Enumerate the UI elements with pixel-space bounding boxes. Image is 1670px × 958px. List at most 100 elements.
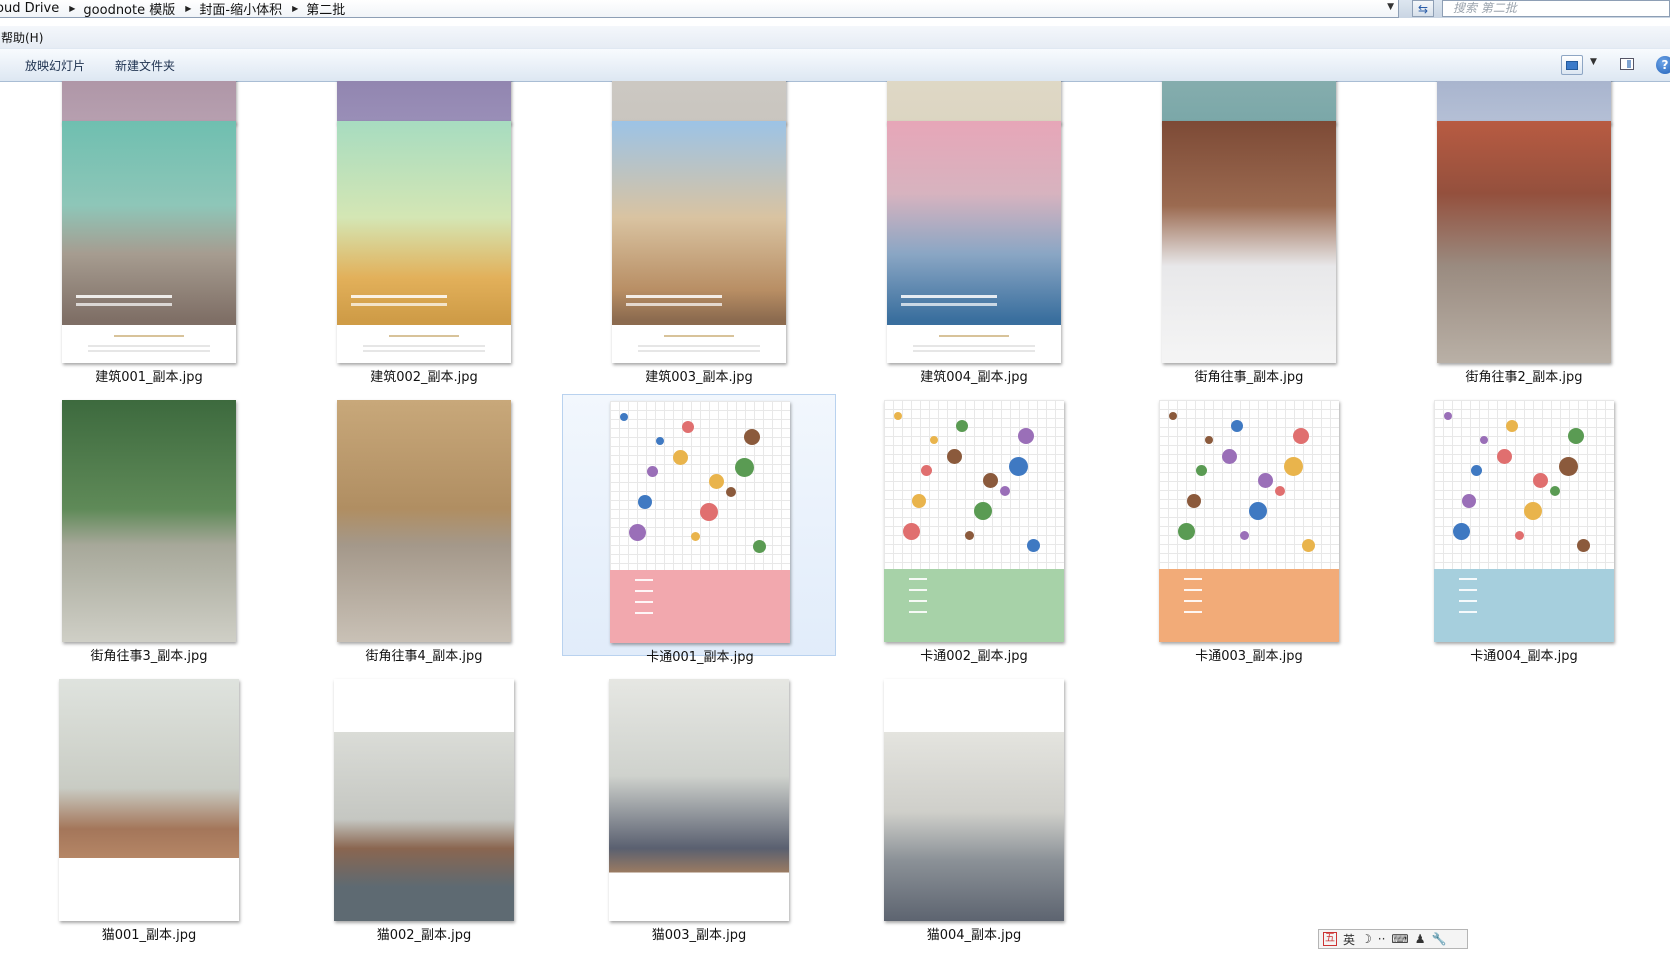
file-item[interactable]: 卡通001_副本.jpg <box>562 394 836 665</box>
doodle-decoration <box>1196 465 1207 476</box>
breadcrumb-item[interactable]: goodnote 模版 <box>83 0 181 18</box>
search-input[interactable]: 搜索 第二批 <box>1442 0 1670 17</box>
ime-user-icon[interactable]: ♟ <box>1415 932 1426 946</box>
breadcrumb-separator-icon[interactable]: ▶ <box>288 4 306 13</box>
file-item[interactable]: 街角往事_副本.jpg <box>1112 115 1386 385</box>
file-name[interactable]: 猫003_副本.jpg <box>562 924 836 943</box>
file-name[interactable]: 街角往事4_副本.jpg <box>287 645 561 664</box>
change-view-button[interactable] <box>1561 55 1583 75</box>
new-folder-button[interactable]: 新建文件夹 <box>115 57 175 74</box>
file-thumbnail[interactable] <box>612 121 786 363</box>
file-item[interactable]: 卡通002_副本.jpg <box>837 394 1111 664</box>
ime-dots-icon[interactable]: ·· <box>1378 932 1386 946</box>
file-thumbnail[interactable] <box>884 400 1064 642</box>
doodle-decoration <box>1533 473 1548 488</box>
file-name[interactable]: 街角往事3_副本.jpg <box>12 645 286 664</box>
slideshow-button[interactable]: 放映幻灯片 <box>25 57 85 74</box>
breadcrumb-item[interactable]: 第二批 <box>306 0 351 18</box>
doodle-decoration <box>1018 428 1034 444</box>
ime-moon-icon[interactable]: ☽ <box>1361 932 1372 946</box>
file-name[interactable]: 卡通002_副本.jpg <box>837 645 1111 664</box>
file-thumbnail[interactable] <box>884 679 1064 921</box>
breadcrumb-item[interactable]: oud Drive <box>0 1 65 16</box>
file-name[interactable]: 猫004_副本.jpg <box>837 924 1111 943</box>
cover-title-stripe <box>900 295 997 299</box>
doodle-decoration <box>974 502 992 520</box>
breadcrumb-separator-icon[interactable]: ▶ <box>65 4 83 13</box>
file-item[interactable]: 猫004_副本.jpg <box>837 673 1111 943</box>
file-thumbnail[interactable] <box>887 121 1061 363</box>
file-item[interactable]: 建筑002_副本.jpg <box>287 115 561 385</box>
file-list: 海边003_副本.jpg海边004_副本.jpg季节01_副本.jpg季节02_… <box>0 81 1670 958</box>
file-item[interactable]: 建筑004_副本.jpg <box>837 115 1111 385</box>
help-icon[interactable]: ? <box>1656 56 1670 74</box>
doodle-decoration <box>1009 457 1028 476</box>
breadcrumb-item[interactable]: 封面-缩小体积 <box>199 0 288 18</box>
doodle-decoration <box>629 524 646 541</box>
file-item[interactable]: 建筑001_副本.jpg <box>12 115 286 385</box>
file-item[interactable]: 猫001_副本.jpg <box>12 673 286 943</box>
cover-title-stripe <box>350 295 447 299</box>
file-item[interactable]: 猫003_副本.jpg <box>562 673 836 943</box>
file-thumbnail[interactable] <box>1159 400 1339 642</box>
file-name[interactable]: 建筑001_副本.jpg <box>12 366 286 385</box>
ime-keyboard-icon[interactable]: ⌨ <box>1391 932 1408 946</box>
menu-help[interactable]: 帮助(H) <box>0 29 43 46</box>
preview-pane-icon[interactable] <box>1620 58 1634 70</box>
view-dropdown-icon[interactable]: ▼ <box>1590 57 1597 67</box>
doodle-decoration <box>726 487 736 497</box>
address-dropdown-icon[interactable]: ▼ <box>1387 2 1394 12</box>
doodle-decoration <box>1249 502 1267 520</box>
breadcrumb-separator-icon[interactable]: ▶ <box>181 4 199 13</box>
file-name[interactable]: 卡通004_副本.jpg <box>1387 645 1661 664</box>
file-name[interactable]: 猫002_副本.jpg <box>287 924 561 943</box>
file-item[interactable]: 街角往事3_副本.jpg <box>12 394 286 664</box>
file-name[interactable]: 卡通001_副本.jpg <box>563 646 837 665</box>
file-thumbnail[interactable] <box>1437 121 1611 363</box>
doodle-decoration <box>903 523 920 540</box>
file-item[interactable]: 卡通003_副本.jpg <box>1112 394 1386 664</box>
doodle-decoration <box>1222 449 1237 464</box>
ime-settings-icon[interactable]: 🔧 <box>1432 932 1447 946</box>
doodle-decoration <box>1471 465 1482 476</box>
breadcrumb[interactable]: oud Drive ▶ goodnote 模版 ▶ 封面-缩小体积 ▶ 第二批 ▼ <box>0 0 1399 18</box>
file-name[interactable]: 猫001_副本.jpg <box>12 924 286 943</box>
file-thumbnail[interactable] <box>337 400 511 642</box>
doodle-decoration <box>956 420 968 432</box>
file-name[interactable]: 建筑002_副本.jpg <box>287 366 561 385</box>
file-item[interactable]: 猫002_副本.jpg <box>287 673 561 943</box>
ime-mode-icon[interactable]: 五 <box>1323 932 1337 946</box>
doodle-decoration <box>965 531 974 540</box>
refresh-button[interactable]: ⇆ <box>1412 0 1434 17</box>
file-thumbnail[interactable] <box>337 121 511 363</box>
file-thumbnail[interactable] <box>1162 121 1336 363</box>
doodle-decoration <box>709 474 724 489</box>
file-thumbnail[interactable] <box>62 121 236 363</box>
file-thumbnail[interactable] <box>334 679 514 921</box>
file-name[interactable]: 建筑003_副本.jpg <box>562 366 836 385</box>
refresh-icon: ⇆ <box>1417 1 1429 16</box>
doodle-decoration <box>735 458 754 477</box>
file-name[interactable]: 街角往事_副本.jpg <box>1112 366 1386 385</box>
doodle-decoration <box>983 473 998 488</box>
doodle-decoration <box>1515 531 1524 540</box>
doodle-decoration <box>1453 523 1470 540</box>
cover-color-band <box>884 569 1064 642</box>
ime-lang-icon[interactable]: 英 <box>1343 931 1355 948</box>
file-name[interactable]: 街角往事2_副本.jpg <box>1387 366 1661 385</box>
doodle-decoration <box>744 429 760 445</box>
file-thumbnail[interactable] <box>62 400 236 642</box>
cover-caption <box>887 325 1061 363</box>
file-item[interactable]: 建筑003_副本.jpg <box>562 115 836 385</box>
file-name[interactable]: 建筑004_副本.jpg <box>837 366 1111 385</box>
file-item[interactable]: 卡通004_副本.jpg <box>1387 394 1661 664</box>
file-thumbnail[interactable] <box>609 679 789 921</box>
file-thumbnail[interactable] <box>59 679 239 921</box>
file-thumbnail[interactable] <box>1434 400 1614 642</box>
file-thumbnail[interactable] <box>610 401 790 643</box>
address-bar: oud Drive ▶ goodnote 模版 ▶ 封面-缩小体积 ▶ 第二批 ▼ ⇆… <box>0 0 1670 18</box>
ime-toolbar[interactable]: 五 英 ☽ ·· ⌨ ♟ 🔧 <box>1318 929 1468 949</box>
file-item[interactable]: 街角往事2_副本.jpg <box>1387 115 1661 385</box>
file-item[interactable]: 街角往事4_副本.jpg <box>287 394 561 664</box>
file-name[interactable]: 卡通003_副本.jpg <box>1112 645 1386 664</box>
